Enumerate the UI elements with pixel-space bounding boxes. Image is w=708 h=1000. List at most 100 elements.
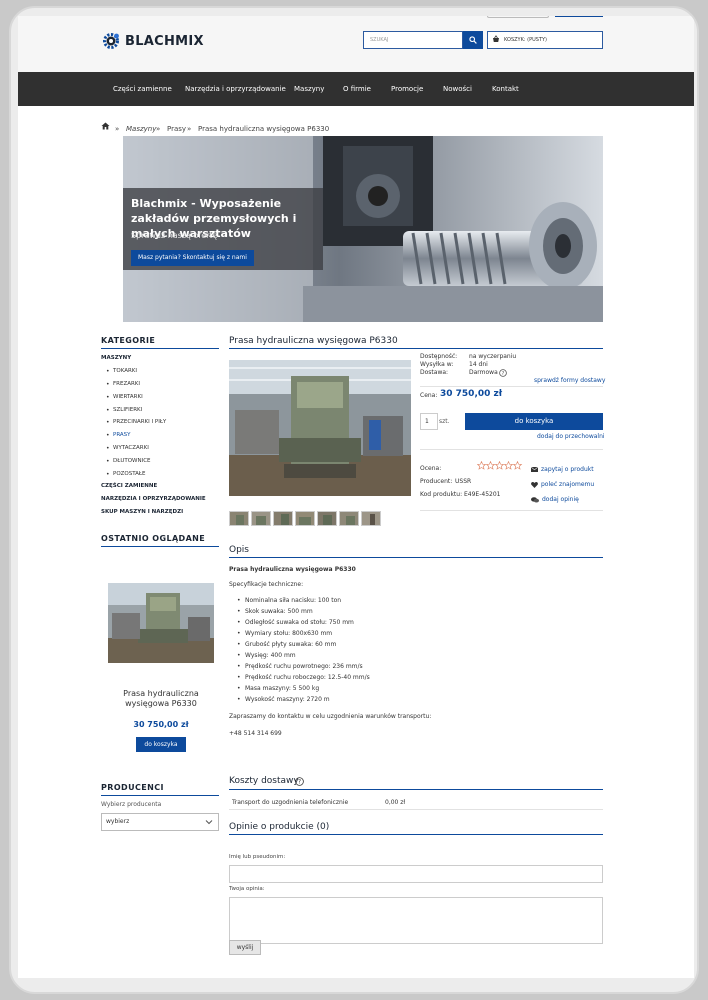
price: 30 750,00 zł [440,389,503,399]
category-parts[interactable]: CZĘŚCI ZAMIENNE [101,483,157,489]
logo[interactable]: BLACHMIX [101,30,204,52]
description-heading: Prasa hydrauliczna wysięgowa P6330 [229,566,356,573]
category-slotters[interactable]: DŁUTOWNICE [106,458,150,465]
delivery-options-link[interactable]: sprawdź formy dostawy [534,377,605,384]
nav-item-machines[interactable]: Maszyny [294,85,324,93]
search-button[interactable] [463,31,483,49]
header: BLACHMIX SZUKAJ KOSZYK: (PUSTY) [18,16,694,72]
category-presses[interactable]: PRASY [106,432,130,439]
category-milling[interactable]: FREZARKI [106,381,140,388]
rating-stars[interactable] [477,461,523,470]
category-buyback[interactable]: SKUP MASZYN I NARZĘDZI [101,509,183,515]
thumb-photo [340,512,358,525]
breadcrumb-machines[interactable]: Maszyny [126,125,156,133]
availability-value: na wyczerpaniu [469,353,517,360]
shipping-time-label: Wysyłka w: [420,361,454,368]
help-icon[interactable]: ? [295,777,304,786]
search-input[interactable]: SZUKAJ [363,31,463,49]
spec-item: Wysięg: 400 mm [237,652,296,659]
contact-button[interactable]: Masz pytania? Skontaktuj się z nami [131,250,254,266]
press-photo [108,583,214,663]
recent-title: OSTATNIO OGLĄDANE [101,534,206,543]
chevron-down-icon [205,820,213,825]
phone-number: +48 514 314 699 [229,730,282,737]
add-review-label: dodaj opinię [542,496,579,503]
categories-title: KATEGORIE [101,336,156,345]
thumb-photo [230,512,248,525]
nav-item-contact[interactable]: Kontakt [492,85,519,93]
category-drills[interactable]: WIERTARKI [106,394,143,401]
nav-item-parts[interactable]: Części zamienne [113,85,172,93]
svg-text:?: ? [298,779,301,786]
product-title: Prasa hydrauliczna wysięgowa P6330 [229,336,398,346]
cart-button[interactable]: KOSZYK: (PUSTY) [487,31,603,49]
heart-icon [531,481,538,488]
delivery-value: Darmowa [469,369,498,376]
thumbnail[interactable] [251,511,271,526]
send-review-button[interactable]: wyślij [229,940,261,955]
spec-item: Prędkość ruchu powrotnego: 236 mm/s [237,663,363,670]
category-boring[interactable]: WYTACZARKI [106,445,149,452]
recent-product-name[interactable]: Prasa hydrauliczna wysięgowa P6330 [101,689,221,709]
add-review-link[interactable]: dodaj opinię [531,496,579,503]
recommend-link[interactable]: poleć znajomemu [531,481,594,488]
breadcrumb-current: Prasa hydrauliczna wysięgowa P6330 [198,125,330,133]
thumbnail[interactable] [229,511,249,526]
spec-item: Prędkość ruchu roboczego: 12.5-40 mm/s [237,674,370,681]
quantity-input[interactable]: 1 [420,413,438,430]
spec-item: Nominalna siła nacisku: 100 ton [237,597,341,604]
divider [229,809,603,810]
thumbnail[interactable] [339,511,359,526]
logo-text: BLACHMIX [125,33,204,49]
home-icon[interactable] [101,122,110,130]
thumb-photo [362,512,380,525]
nav-item-news[interactable]: Nowości [443,85,472,93]
add-to-storage-link[interactable]: dodaj do przechowalni [537,433,605,440]
ask-about-product-link[interactable]: zapytaj o produkt [531,466,594,473]
breadcrumb-sep: » [115,125,120,133]
opinion-label: Twoja opinia: [229,886,265,892]
breadcrumb-sep: » [187,125,192,133]
description-title: Opis [229,545,249,555]
thumbnail[interactable] [361,511,381,526]
add-to-cart-button[interactable]: do koszyka [465,413,603,430]
top-tabs [487,16,603,20]
thumbnail[interactable] [273,511,293,526]
recent-product-image[interactable] [108,583,214,663]
breadcrumb-sep: » [156,125,161,133]
divider [101,348,219,349]
producer-select[interactable]: wybierz [101,813,219,831]
delivery-label: Dostawa: [420,369,449,376]
category-grinders[interactable]: SZLIFIERKI [106,407,142,414]
spec-item: Grubość płyty suwaka: 60 mm [237,641,336,648]
category-saws[interactable]: PRZECINARKI I PIŁY [106,419,166,426]
category-tools[interactable]: NARZĘDZIA I OPRZYRZĄDOWANIE [101,496,206,502]
help-icon[interactable]: ? [499,369,507,377]
spec-item: Skok suwaka: 500 mm [237,608,313,615]
product-code-value: E49E-45201 [464,491,501,498]
name-input[interactable] [229,865,603,883]
price-label: Cena: [420,392,438,399]
shipping-cost: 0,00 zł [385,799,406,806]
hero-subtitle: Sprawdź naszą ofertę [131,231,218,240]
recommend-label: poleć znajomemu [541,481,595,488]
hero-banner[interactable]: Blachmix - Wyposażenie zakładów przemysł… [123,136,603,322]
thumbnail[interactable] [317,511,337,526]
opinion-textarea[interactable] [229,897,603,944]
nav-item-promotions[interactable]: Promocje [391,85,423,93]
hero-overlay: Blachmix - Wyposażenie zakładów przemysł… [123,188,323,270]
product-main-image[interactable] [229,360,411,496]
spec-title: Specyfikacje techniczne: [229,581,304,588]
ask-about-product-label: zapytaj o produkt [541,466,594,473]
thumbnail[interactable] [295,511,315,526]
category-machines[interactable]: MASZYNY [101,355,131,361]
divider [101,546,219,547]
category-lathes[interactable]: TOKARKI [106,368,137,375]
nav-item-tools[interactable]: Narzędzia i oprzyrządowanie [185,85,286,93]
category-other[interactable]: POZOSTAŁE [106,471,145,478]
nav-item-about[interactable]: O firmie [343,85,371,93]
shipping-time-value: 14 dni [469,361,488,368]
cart-label: KOSZYK: (PUSTY) [504,37,548,43]
recent-add-to-cart-button[interactable]: do koszyka [136,737,186,752]
breadcrumb-presses[interactable]: Prasy [167,125,186,133]
